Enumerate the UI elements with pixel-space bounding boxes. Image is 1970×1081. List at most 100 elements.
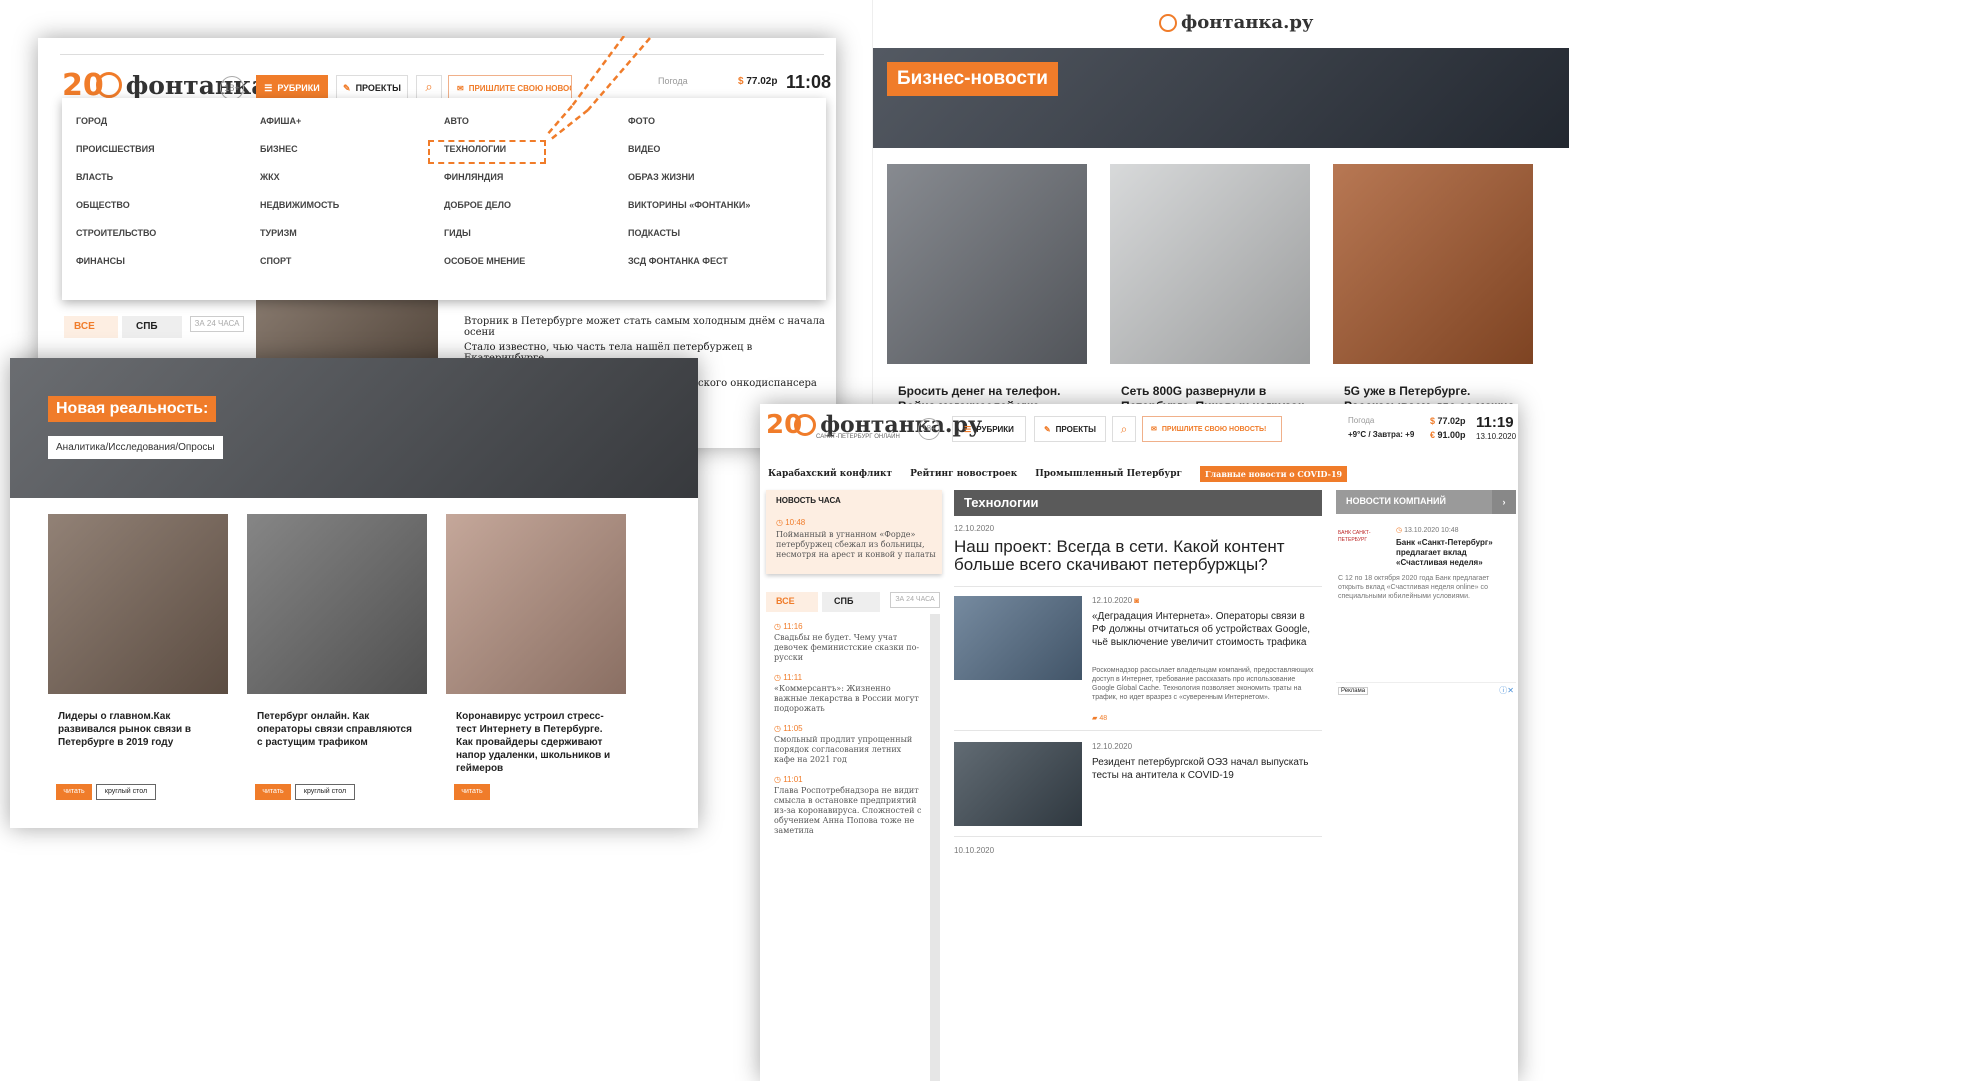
next-date: 10.10.2020: [954, 846, 995, 855]
menu-item[interactable]: ДОБРОЕ ДЕЛО: [444, 200, 628, 228]
weather-value: +9°С / Завтра: +9: [1348, 430, 1415, 439]
topic-covid-highlight[interactable]: Главные новости о COVID-19: [1200, 466, 1348, 482]
menu-item[interactable]: ФИНАНСЫ: [76, 256, 260, 284]
menu-item[interactable]: ТУРИЗМ: [260, 228, 444, 256]
clock: 11:08: [786, 72, 832, 92]
weather-label: Погода: [1348, 416, 1375, 425]
menu-item[interactable]: НЕДВИЖИМОСТЬ: [260, 200, 444, 228]
topic-link[interactable]: Карабахский конфликт: [768, 469, 892, 479]
read-button-3[interactable]: читать: [454, 784, 490, 800]
tab-24h[interactable]: ЗА 24 ЧАСА: [890, 592, 940, 608]
feed-item[interactable]: ◷ 11:01 Глава Роспотребнадзора не видит с…: [774, 775, 922, 836]
feed-time: ◷ 11:11: [774, 673, 803, 682]
menu-item[interactable]: СТРОИТЕЛЬСТВО: [76, 228, 260, 256]
tab-spb[interactable]: СПБ: [122, 316, 182, 338]
pointer-arrow: [545, 36, 651, 141]
mail-icon: ✉: [1151, 426, 1157, 433]
feed-item[interactable]: ◷ 11:11 «Коммерсантъ»: Жизненно важные ле…: [774, 673, 922, 714]
menu-item[interactable]: ПРОИСШЕСТВИЯ: [76, 144, 260, 172]
projects-button[interactable]: ✎ ПРОЕКТЫ: [1034, 416, 1106, 442]
ad-close-icon[interactable]: ⓘ✕: [1499, 685, 1514, 696]
card-title-3[interactable]: Коронавирус устроил стресс-тест Интернет…: [456, 710, 616, 775]
feed-item[interactable]: ◷ 11:05 Смольный продлит упрощенный поряд…: [774, 724, 922, 765]
age-badge: 18+: [918, 418, 940, 440]
usd-rate: $ 77.02р: [738, 76, 778, 87]
logo-ring-icon: [1159, 13, 1177, 32]
menu-item[interactable]: ОБРАЗ ЖИЗНИ: [628, 172, 812, 200]
menu-item[interactable]: СПОРТ: [260, 256, 444, 284]
menu-item[interactable]: ВЛАСТЬ: [76, 172, 260, 200]
tab-24h[interactable]: ЗА 24 ЧАСА: [190, 316, 244, 332]
menu-item[interactable]: ГОРОД: [76, 116, 260, 144]
menu-item[interactable]: ОСОБОЕ МНЕНИЕ: [444, 256, 628, 284]
feed-time: ◷ 11:01: [774, 775, 803, 784]
feed-scrollbar[interactable]: [930, 614, 940, 1081]
section-title: Технологии: [954, 490, 1322, 516]
card-photo-vr[interactable]: [1333, 164, 1533, 364]
card-photo-phone[interactable]: [887, 164, 1087, 364]
article-title-2[interactable]: Резидент петербургской ОЭЗ начал выпуска…: [1092, 756, 1318, 782]
clock-icon: ◷: [776, 518, 786, 527]
lead-title[interactable]: Наш проект: Всегда в сети. Какой контент…: [954, 538, 1322, 574]
company-title[interactable]: Банк «Санкт-Петербург» предлагает вклад …: [1396, 538, 1514, 568]
hour-news-text: Пойманный в угнанном «Форде» петербуржец…: [776, 530, 936, 559]
article-date-1: 12.10.2020 ◙: [1092, 596, 1140, 605]
card-photo-phone[interactable]: [247, 514, 427, 694]
menu-item[interactable]: ФИНЛЯНДИЯ: [444, 172, 628, 200]
tab-all[interactable]: ВСЕ: [766, 592, 818, 612]
comments-count[interactable]: ▰ 48: [1092, 714, 1107, 722]
read-button-2[interactable]: читать: [255, 784, 291, 800]
article-photo-1[interactable]: [954, 596, 1082, 680]
lead-date: 12.10.2020: [954, 524, 995, 533]
banner-title: Новая реальность:: [48, 396, 217, 422]
menu-item[interactable]: ЖКХ: [260, 172, 444, 200]
tab-all[interactable]: ВСЕ: [64, 316, 118, 338]
menu-item[interactable]: ВИДЕО: [628, 144, 812, 172]
menu-item[interactable]: ЗСД ФОНТАНКА ФЕСТ: [628, 256, 812, 284]
company-news-header[interactable]: НОВОСТИ КОМПАНИЙ ›: [1336, 490, 1516, 514]
tag-roundtable-1[interactable]: круглый стол: [96, 784, 156, 800]
logo-ring-icon: [95, 72, 122, 98]
topic-link[interactable]: Промышленный Петербург: [1035, 469, 1182, 479]
tab-spb[interactable]: СПБ: [822, 592, 880, 612]
topic-link[interactable]: Рейтинг новостроек: [910, 469, 1017, 479]
search-icon: ⌕: [1120, 422, 1128, 436]
article-photo-2[interactable]: [954, 742, 1082, 826]
hour-news-label: НОВОСТЬ ЧАСА: [776, 496, 841, 505]
menu-item[interactable]: БИЗНЕС: [260, 144, 444, 172]
ad-block[interactable]: Реклама ⓘ✕: [1336, 682, 1516, 842]
headline-3[interactable]: ского онкодиспансера: [698, 378, 817, 389]
weather-label: Погода: [658, 76, 688, 86]
chevron-right-icon[interactable]: ›: [1492, 490, 1516, 514]
menu-item[interactable]: ВИКТОРИНЫ «ФОНТАНКИ»: [628, 200, 812, 228]
hour-news-box[interactable]: НОВОСТЬ ЧАСА ◷ 10:48 Пойманный в угнанно…: [766, 490, 942, 574]
menu-item[interactable]: ГИДЫ: [444, 228, 628, 256]
feed-item[interactable]: ◷ 11:16 Свадьбы не будет. Чему учат девоч…: [774, 622, 922, 663]
tag-roundtable-2[interactable]: круглый стол: [295, 784, 355, 800]
headline-1[interactable]: Вторник в Петербурге может стать самым х…: [464, 316, 836, 338]
article-title-1[interactable]: «Деградация Интернета». Операторы связи …: [1092, 610, 1318, 649]
card-photo-leaders[interactable]: [48, 514, 228, 694]
article-date-2: 12.10.2020: [1092, 742, 1133, 751]
logo-small[interactable]: фонтанка.ру: [1159, 12, 1313, 33]
ad-label: Реклама: [1338, 687, 1369, 695]
card-photo-laptop[interactable]: [1110, 164, 1310, 364]
search-button[interactable]: ⌕: [1112, 416, 1136, 442]
rubrics-dropdown: ГОРОД ПРОИСШЕСТВИЯ ВЛАСТЬ ОБЩЕСТВО СТРОИТЕЛЬ…: [62, 98, 826, 300]
send-news-button[interactable]: ✉ПРИШЛИТЕ СВОЮ НОВОСТЬ!: [1142, 416, 1282, 442]
menu-item[interactable]: ПОДКАСТЫ: [628, 228, 812, 256]
company-text: С 12 по 18 октября 2020 года Банк предла…: [1338, 575, 1490, 600]
clock: 11:19: [1476, 414, 1514, 431]
rubrics-button[interactable]: ☰ РУБРИКИ: [952, 416, 1026, 442]
hour-news-time: ◷ 10:48: [776, 518, 806, 527]
edit-icon: ✎: [343, 82, 351, 93]
menu-icon: ☰: [264, 82, 273, 93]
read-button-1[interactable]: читать: [56, 784, 92, 800]
menu-item[interactable]: АФИША+: [260, 116, 444, 144]
news-feed: ◷ 11:16 Свадьбы не будет. Чему учат девоч…: [774, 622, 922, 846]
card-title-1[interactable]: Лидеры о главном.Как развивался рынок св…: [58, 710, 218, 749]
card-title-2[interactable]: Петербург онлайн. Как операторы связи сп…: [257, 710, 417, 749]
card-photo-laptop[interactable]: [446, 514, 626, 694]
menu-icon: ☰: [964, 424, 972, 434]
menu-item[interactable]: ОБЩЕСТВО: [76, 200, 260, 228]
